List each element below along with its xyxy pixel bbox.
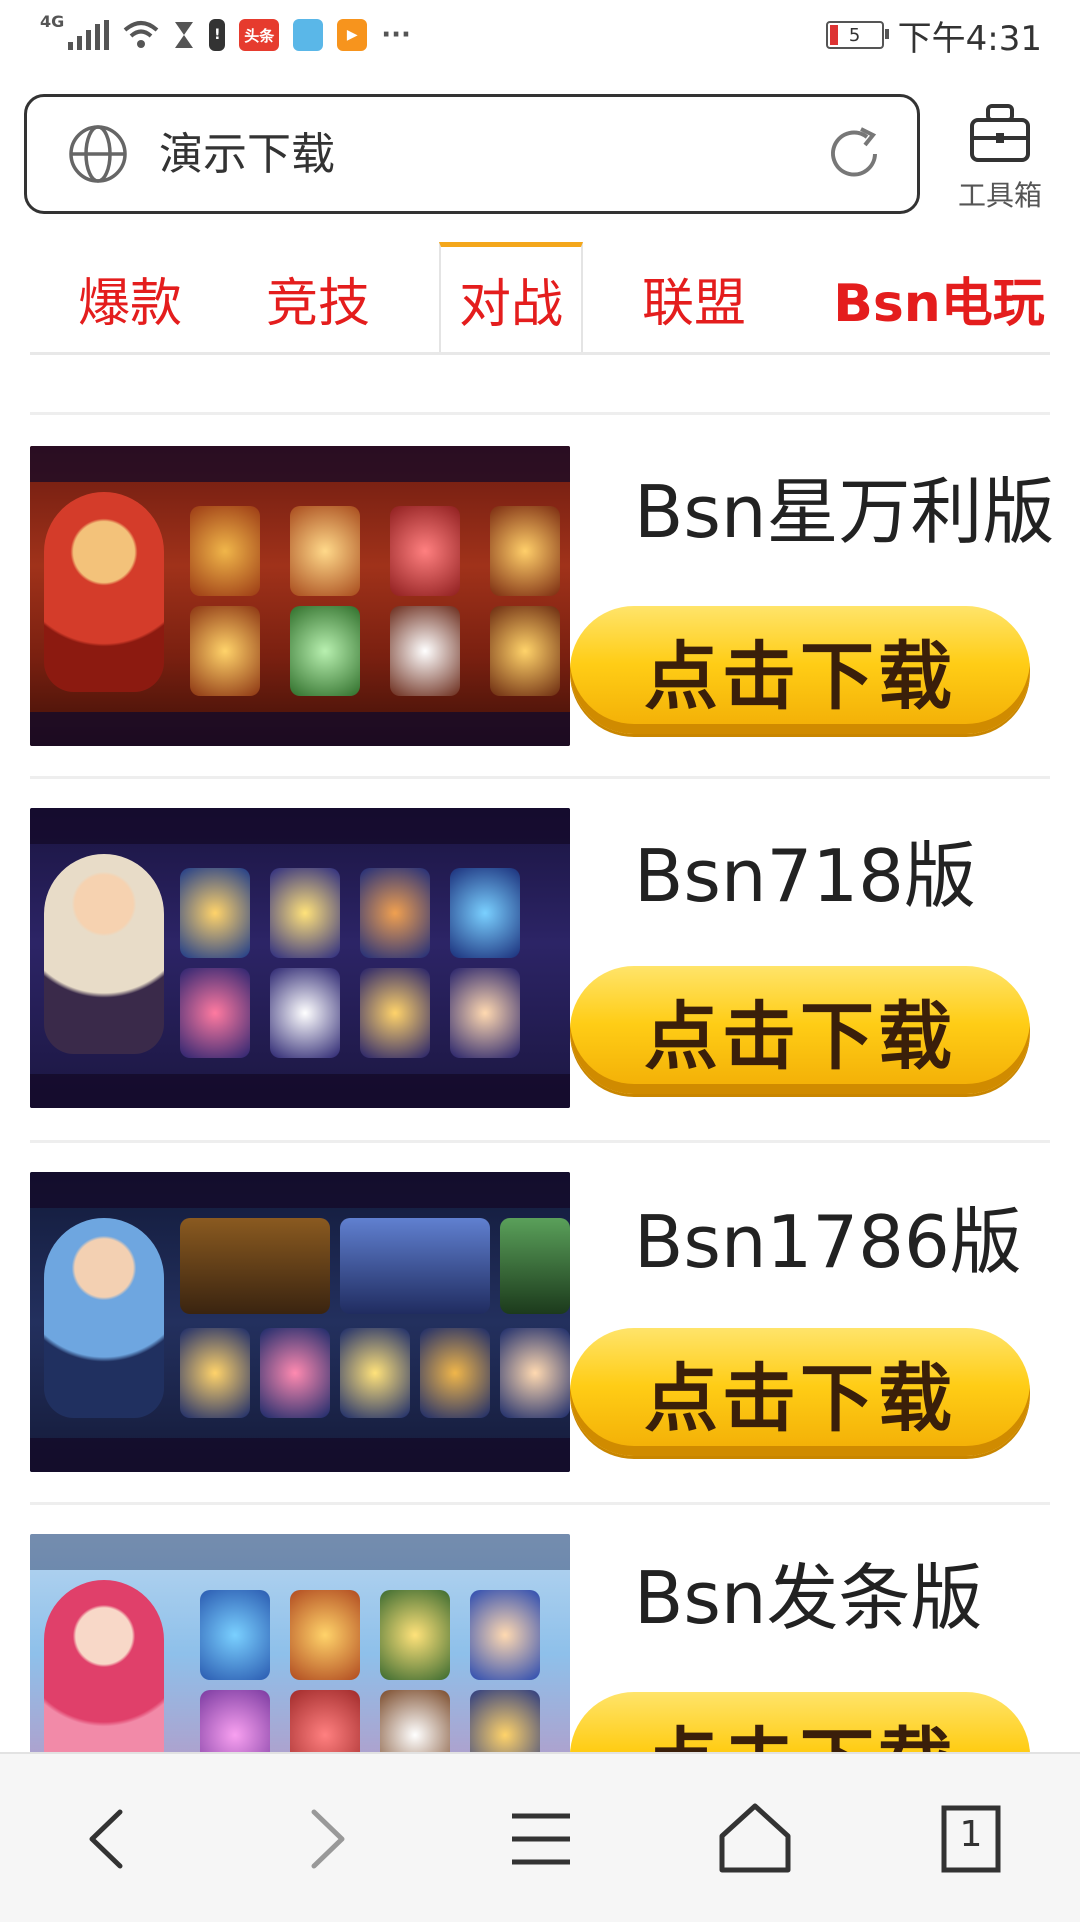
game-screenshot[interactable] — [30, 808, 570, 1108]
battery-level: 5 — [848, 24, 861, 46]
list-item: Bsn1786版 点击下载 — [30, 1172, 1060, 1472]
video-app-icon: ▶ — [337, 19, 368, 51]
download-button[interactable]: 点击下载 — [570, 966, 1030, 1094]
menu-icon[interactable] — [496, 1794, 586, 1884]
divider — [30, 1140, 1050, 1143]
tab-duizhan[interactable]: 对战 — [439, 242, 583, 352]
item-title[interactable]: Bsn1786版 — [634, 1194, 1022, 1290]
download-button[interactable]: 点击下载 — [570, 1328, 1030, 1456]
hourglass-icon — [175, 22, 194, 48]
item-title[interactable]: Bsn星万利版 — [634, 464, 1055, 560]
tab-bsn-dianwan[interactable]: Bsn电玩 — [828, 244, 1050, 352]
tab-baokuan[interactable]: 爆款 — [60, 244, 200, 352]
tabs-button[interactable]: 1 — [924, 1794, 1014, 1884]
divider — [30, 776, 1050, 779]
network-type: 4G — [40, 12, 65, 31]
battery-icon: 5 — [825, 21, 889, 49]
tab-count: 1 — [959, 1814, 983, 1855]
game-app-icon — [293, 19, 324, 51]
bottom-navigation: 1 — [0, 1752, 1080, 1922]
home-icon[interactable] — [710, 1794, 800, 1884]
divider — [30, 1502, 1050, 1505]
status-bar: 4G ! 头条 ▶ ··· 5 下午4:31 — [0, 0, 1080, 72]
more-notifications: ··· — [381, 20, 411, 50]
toutiao-app-icon: 头条 — [239, 19, 280, 51]
list-item: Bsn718版 点击下载 — [30, 808, 1060, 1108]
reload-icon[interactable] — [821, 121, 887, 187]
tab-jingji[interactable]: 竞技 — [248, 244, 388, 352]
game-screenshot[interactable] — [30, 446, 570, 746]
toolbox-button[interactable]: 工具箱 — [946, 96, 1054, 216]
signal-icon — [68, 20, 110, 50]
game-screenshot[interactable] — [30, 1172, 570, 1472]
divider — [30, 412, 1050, 415]
list-item: Bsn星万利版 点击下载 — [30, 446, 1060, 746]
forward-icon[interactable] — [282, 1794, 372, 1884]
back-icon[interactable] — [62, 1794, 152, 1884]
category-tabs: 爆款 竞技 对战 联盟 Bsn电玩 — [30, 242, 1050, 355]
url-text[interactable]: 演示下载 — [159, 125, 335, 185]
clock: 下午4:31 — [897, 18, 1042, 59]
toolbox-label: 工具箱 — [957, 179, 1042, 212]
globe-icon — [69, 125, 127, 183]
wifi-icon — [123, 21, 159, 48]
tab-lianmeng[interactable]: 联盟 — [624, 244, 764, 352]
alert-icon: ! — [209, 19, 226, 51]
item-title[interactable]: Bsn718版 — [634, 828, 976, 924]
address-bar[interactable]: 演示下载 — [24, 94, 920, 214]
item-title[interactable]: Bsn发条版 — [634, 1550, 983, 1646]
download-button[interactable]: 点击下载 — [570, 606, 1030, 734]
toolbox-icon — [970, 104, 1030, 162]
